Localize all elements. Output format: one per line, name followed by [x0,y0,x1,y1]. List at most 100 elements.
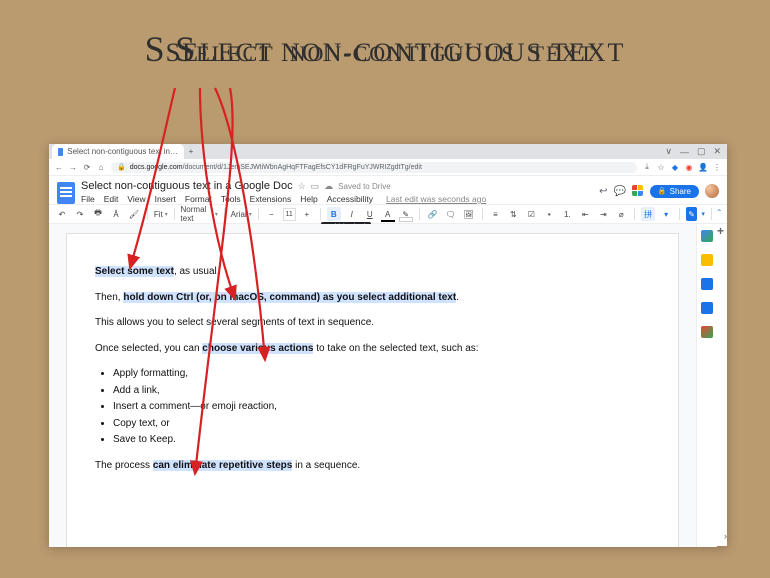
document-page: Select some text, as usual. Then, hold d… [67,234,678,547]
decrease-indent-button[interactable]: ⇤ [578,207,592,221]
menu-format[interactable]: Format [185,194,212,204]
url-domain: docs.google.com [130,164,183,171]
add-addon-button[interactable]: + [717,224,724,547]
home-button[interactable]: ⌂ [97,163,105,171]
minimize-button[interactable]: — [680,147,689,157]
share-button[interactable]: 🔒 Share [650,185,699,198]
checklist-button[interactable]: ☑ [524,207,538,221]
highlight-2[interactable]: hold down Ctrl (or, on macOS, command) a… [123,292,456,303]
side-panel [696,224,717,547]
handwritten-title-full: SELECT NON-CONTIGUOUS TEXT [0,28,770,70]
lock-icon: 🔒 [117,163,126,171]
star-doc-icon[interactable]: ☆ [298,181,306,192]
undo-button[interactable]: ↶ [55,207,69,221]
menu-icon[interactable]: ⋮ [713,163,721,171]
url-path: /document/d/1JemSEJWtiWbnAgHqFTFagEfsCY1… [183,164,422,171]
decrease-font-button[interactable]: − [265,207,279,221]
docs-logo-icon[interactable] [57,182,75,204]
menu-insert[interactable]: Insert [155,194,176,204]
redo-button[interactable]: ↷ [73,207,87,221]
bold-button[interactable]: B [327,207,341,221]
menu-accessibility[interactable]: Accessibility [327,194,373,204]
list-item: Save to Keep. [113,432,650,448]
tab-strip: Select non-contiguous text in… + ∨ — ▢ ✕ [49,144,727,159]
document-title[interactable]: Select non-contiguous text in a Google D… [81,180,293,192]
line-spacing-button[interactable]: ⇅ [506,207,520,221]
menu-file[interactable]: File [81,194,95,204]
underline-button[interactable]: U [363,207,377,221]
document-canvas[interactable]: Select some text, as usual. Then, hold d… [49,224,696,547]
comments-icon[interactable]: 💬 [613,186,625,197]
input-tools-menu[interactable]: ▾ [659,207,673,221]
list-item: Insert a comment—or emoji reaction, [113,399,650,415]
style-select[interactable]: Normal text [181,205,218,223]
maximize-button[interactable]: ▢ [697,146,706,157]
menu-help[interactable]: Help [300,194,317,204]
meet-icon[interactable] [632,185,644,197]
highlight-4[interactable]: can eliminate repetitive steps [153,460,293,471]
spellcheck-button[interactable]: Ǎ [109,207,123,221]
menu-view[interactable]: View [127,194,145,204]
highlight-3[interactable]: choose various actions [202,343,313,354]
download-icon[interactable]: ⤓ [643,163,651,171]
keep-icon[interactable] [701,254,713,266]
cloud-icon[interactable]: ☁ [324,181,333,192]
list-item: Apply formatting, [113,366,650,382]
browser-window: Select non-contiguous text in… + ∨ — ▢ ✕… [49,144,727,546]
browser-toolbar: ← → ⟳ ⌂ 🔒 docs.google.com/document/d/1Je… [49,159,727,176]
share-label: Share [670,187,691,196]
avatar[interactable] [705,184,719,198]
text-color-button[interactable]: A [381,207,395,221]
highlight-1[interactable]: Select some text [95,266,174,277]
menu-tools[interactable]: Tools [221,194,241,204]
history-icon[interactable]: ↩ [599,186,607,197]
input-tools-button[interactable]: 拼 [641,207,655,221]
italic-button[interactable]: I [345,207,359,221]
highlight-color-button[interactable]: ✎ [399,207,413,221]
hide-menus-button[interactable]: ˆ [718,209,721,220]
menu-edit[interactable]: Edit [104,194,119,204]
last-edit-link[interactable]: Last edit was seconds ago [386,194,486,204]
insert-image-button[interactable]: 🖼 [462,207,476,221]
tasks-icon[interactable] [701,278,713,290]
align-button[interactable]: ≡ [488,207,502,221]
contacts-icon[interactable] [701,302,713,314]
tab-title: Select non-contiguous text in… [67,147,178,156]
editing-mode-button[interactable]: ✎ [686,207,697,221]
bulleted-list-button[interactable]: • [542,207,556,221]
close-button[interactable]: ✕ [713,146,721,157]
calendar-icon[interactable] [701,230,713,242]
print-button[interactable]: 🖶 [91,207,105,221]
menu-extensions[interactable]: Extensions [250,194,292,204]
font-size-input[interactable]: 11 [283,208,296,221]
hide-side-panel-button[interactable]: › [724,531,727,541]
move-icon[interactable]: ▭ [311,181,320,192]
action-list: Apply formatting, Add a link, Insert a c… [113,366,650,448]
forward-button[interactable]: → [69,163,77,171]
paint-format-button[interactable]: 🖌 [127,207,141,221]
extension-icon[interactable]: ∨ [665,146,672,157]
docs-favicon [58,148,63,156]
profile-icon[interactable]: 👤 [699,163,707,171]
back-button[interactable]: ← [55,163,63,171]
insert-link-button[interactable]: 🔗 [426,207,440,221]
ext1-icon[interactable]: ◆ [671,163,679,171]
ext2-icon[interactable]: ◉ [685,163,693,171]
para-3: This allows you to select several segmen… [95,315,650,331]
list-item: Copy text, or [113,416,650,432]
increase-font-button[interactable]: + [300,207,314,221]
new-tab-button[interactable]: + [184,144,198,159]
numbered-list-button[interactable]: 1. [560,207,574,221]
maps-icon[interactable] [701,326,713,338]
formatting-toolbar: ↶ ↷ 🖶 Ǎ 🖌 Fit Normal text Arial − 11 + B… [49,204,727,224]
font-select[interactable]: Arial [231,210,252,219]
zoom-select[interactable]: Fit [154,210,168,219]
clear-formatting-button[interactable]: ⌀ [614,207,628,221]
browser-tab[interactable]: Select non-contiguous text in… [52,144,184,159]
handwritten-title: SSelect non-contiguous text [0,28,770,70]
add-comment-button[interactable]: 🗨 [444,207,458,221]
reload-button[interactable]: ⟳ [83,163,91,171]
address-bar[interactable]: 🔒 docs.google.com/document/d/1JemSEJWtiW… [111,162,637,173]
increase-indent-button[interactable]: ⇥ [596,207,610,221]
star-icon[interactable]: ☆ [657,163,665,171]
